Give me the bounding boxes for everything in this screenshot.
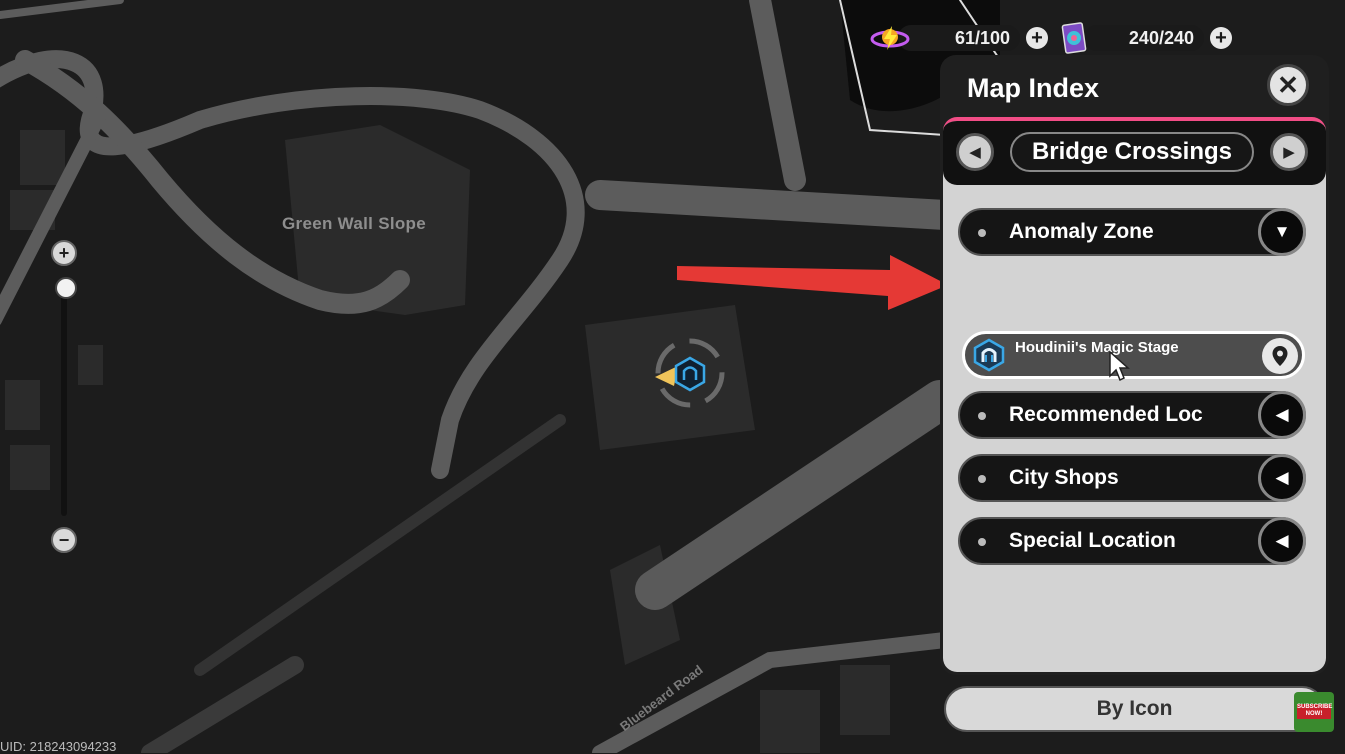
locate-on-map-button[interactable]: [1262, 338, 1298, 374]
magic-stage-icon: [973, 338, 1005, 372]
bullet-dot: [978, 538, 986, 546]
group-label: City Shops: [1009, 466, 1119, 489]
add-energy-button[interactable]: +: [1026, 27, 1048, 49]
location-item-houdinii-magic-stage[interactable]: Houdinii's Magic Stage: [962, 331, 1305, 382]
subscribe-label: SUBSCRIBE NOW!: [1297, 704, 1333, 719]
minus-icon: −: [58, 530, 70, 550]
triangle-left-icon: ◀: [1275, 468, 1289, 487]
map-index-panel: Map Index ✕ ◀ Bridge Crossings ▶ Anomaly…: [940, 55, 1329, 675]
triangle-right-icon: ▶: [1283, 144, 1295, 161]
zoom-out-button[interactable]: −: [51, 527, 77, 553]
triangle-left-icon: ◀: [969, 144, 981, 161]
next-category-button[interactable]: ▶: [1270, 133, 1308, 171]
plus-icon: +: [58, 243, 70, 263]
road: [0, 50, 585, 479]
building: [10, 445, 50, 490]
building: [20, 130, 65, 185]
group-special-location[interactable]: Special Location ◀: [958, 517, 1306, 565]
group-city-shops[interactable]: City Shops ◀: [958, 454, 1306, 502]
road: [141, 656, 304, 753]
triangle-left-icon: ◀: [1275, 531, 1289, 550]
map-pin-icon: [1272, 346, 1288, 366]
mouse-cursor-icon: [1109, 350, 1130, 382]
group-recommended-loc[interactable]: Recommended Loc ◀: [958, 391, 1306, 439]
expand-toggle[interactable]: ◀: [1258, 391, 1306, 439]
energy-counter: 61/100 +: [870, 24, 1048, 52]
prev-category-button[interactable]: ◀: [956, 133, 994, 171]
building: [5, 380, 40, 430]
close-button[interactable]: ✕: [1267, 64, 1309, 106]
road: [0, 0, 124, 19]
triangle-down-icon: ▼: [1273, 222, 1291, 241]
card-counter: 240/240 +: [1058, 22, 1232, 54]
zoom-in-button[interactable]: +: [51, 240, 77, 266]
player-uid: UID: 218243094233: [0, 739, 117, 754]
road: [749, 0, 806, 191]
zoom-slider-track[interactable]: [61, 286, 67, 516]
building: [760, 690, 820, 753]
subscribe-badge[interactable]: SUBSCRIBE NOW!: [1294, 692, 1334, 732]
close-icon: ✕: [1277, 69, 1299, 100]
expand-toggle[interactable]: ▼: [1258, 208, 1306, 256]
bullet-dot: [978, 412, 986, 420]
bullet-dot: [978, 229, 986, 237]
panel-body: ◀ Bridge Crossings ▶ Anomaly Zone ▼ Houd…: [943, 117, 1326, 672]
energy-orb-icon: [870, 26, 910, 50]
expand-toggle[interactable]: ◀: [1258, 454, 1306, 502]
category-name[interactable]: Bridge Crossings: [1010, 132, 1254, 172]
region-label: Green Wall Slope: [282, 214, 426, 233]
category-selector: ◀ Bridge Crossings ▶: [943, 121, 1326, 185]
magic-stage-map-icon: [674, 356, 706, 392]
location-item-label: Houdinii's Magic Stage: [1015, 339, 1179, 356]
group-label: Recommended Loc: [1009, 403, 1203, 426]
road: [194, 414, 566, 676]
add-card-button[interactable]: +: [1210, 27, 1232, 49]
bullet-dot: [978, 475, 986, 483]
building: [78, 345, 103, 385]
card-value: 240/240: [1084, 25, 1204, 51]
road: [585, 180, 960, 230]
building: [840, 665, 890, 735]
by-icon-button[interactable]: By Icon: [944, 686, 1325, 732]
energy-value: 61/100: [898, 25, 1020, 51]
annotation-arrow: [677, 255, 948, 310]
triangle-left-icon: ◀: [1275, 405, 1289, 424]
water-area: [840, 0, 945, 112]
group-label: Special Location: [1009, 529, 1176, 552]
card-deck-icon: [1061, 22, 1087, 54]
group-label: Anomaly Zone: [1009, 220, 1154, 243]
group-anomaly-zone[interactable]: Anomaly Zone ▼: [958, 208, 1306, 256]
panel-title: Map Index: [967, 73, 1100, 103]
zoom-slider-thumb[interactable]: [55, 277, 77, 299]
expand-toggle[interactable]: ◀: [1258, 517, 1306, 565]
